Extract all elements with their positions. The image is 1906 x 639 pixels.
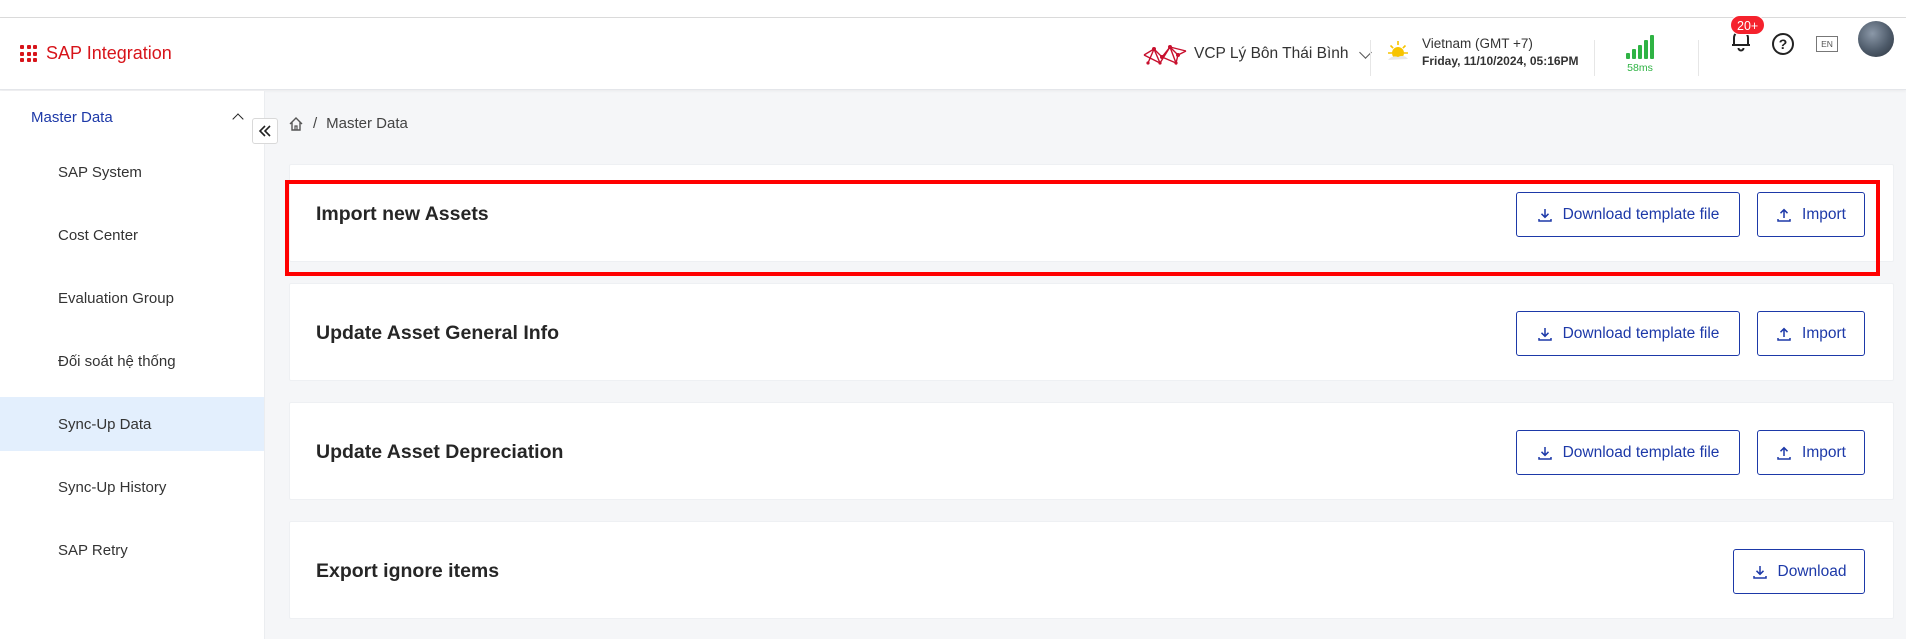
notification-badge: 20+ xyxy=(1730,15,1766,35)
card-title: Export ignore items xyxy=(316,560,500,582)
avatar[interactable] xyxy=(1858,21,1894,57)
download-icon xyxy=(1537,446,1552,460)
upload-icon xyxy=(1777,208,1791,222)
double-chevron-left-icon xyxy=(258,125,271,137)
breadcrumb-current: Master Data xyxy=(326,115,408,132)
import-new-assets-card: Import new Assets Download template file… xyxy=(289,164,1894,262)
download-template-button[interactable]: Download template file xyxy=(1516,311,1740,356)
download-template-button[interactable]: Download template file xyxy=(1516,192,1740,237)
timezone-widget: Vietnam (GMT +7) Friday, 11/10/2024, 05:… xyxy=(1384,36,1579,68)
sidebar-item-cost-center[interactable]: Cost Center xyxy=(0,208,264,262)
import-button[interactable]: Import xyxy=(1757,192,1865,237)
breadcrumb: / Master Data xyxy=(288,115,408,132)
language-switch[interactable]: EN xyxy=(1816,36,1838,52)
sidebar-item-evaluation-group[interactable]: Evaluation Group xyxy=(0,271,264,325)
company-name: VCP Lý Bôn Thái Bình xyxy=(1194,45,1349,62)
timezone-name: Vietnam (GMT +7) xyxy=(1422,36,1533,51)
collapse-sidebar-button[interactable] xyxy=(252,118,278,144)
network-status: 58ms xyxy=(1626,33,1654,74)
download-icon xyxy=(1537,208,1552,222)
sidebar-item-sap-retry[interactable]: SAP Retry xyxy=(0,523,264,577)
sidebar-item-sync-up-data[interactable]: Sync-Up Data xyxy=(0,397,264,451)
help-icon[interactable]: ? xyxy=(1772,33,1794,55)
import-button[interactable]: Import xyxy=(1757,430,1865,475)
download-label: Download xyxy=(1777,562,1847,580)
signal-bars-icon xyxy=(1626,33,1654,59)
breadcrumb-separator: / xyxy=(313,115,318,132)
card-title: Update Asset General Info xyxy=(316,322,560,344)
app-grid-icon[interactable] xyxy=(20,45,37,62)
sidebar-item-sap-system[interactable]: SAP System xyxy=(0,145,264,199)
download-template-button[interactable]: Download template file xyxy=(1516,430,1740,475)
download-icon xyxy=(1537,327,1552,341)
import-button[interactable]: Import xyxy=(1757,311,1865,356)
divider xyxy=(1594,40,1595,76)
company-selector[interactable]: VCP Lý Bôn Thái Bình xyxy=(1142,40,1372,68)
home-icon[interactable] xyxy=(288,116,304,132)
sidebar: Master Data SAP System Cost Center Evalu… xyxy=(0,91,265,639)
import-label: Import xyxy=(1802,205,1846,223)
latency-value: 58ms xyxy=(1627,62,1653,74)
download-template-label: Download template file xyxy=(1562,205,1720,223)
current-datetime: Friday, 11/10/2024, 05:16PM xyxy=(1422,54,1579,68)
divider xyxy=(1698,40,1699,76)
upload-icon xyxy=(1777,327,1791,341)
download-icon xyxy=(1752,565,1767,579)
update-asset-depreciation-card: Update Asset Depreciation Download templ… xyxy=(289,402,1894,500)
sidebar-item-doi-soat[interactable]: Đối soát hệ thống xyxy=(0,334,264,388)
import-label: Import xyxy=(1802,443,1846,461)
app-title: SAP Integration xyxy=(46,43,172,63)
chevron-up-icon[interactable] xyxy=(232,113,244,125)
divider xyxy=(1370,40,1371,76)
card-title: Import new Assets xyxy=(316,203,489,225)
upload-icon xyxy=(1777,446,1791,460)
update-asset-general-info-card: Update Asset General Info Download templ… xyxy=(289,283,1894,381)
import-label: Import xyxy=(1802,324,1846,342)
weather-sun-icon xyxy=(1388,41,1408,60)
app-brand[interactable]: SAP Integration xyxy=(20,43,172,64)
download-template-label: Download template file xyxy=(1562,324,1720,342)
top-strip xyxy=(0,0,1906,18)
download-template-label: Download template file xyxy=(1562,443,1720,461)
card-title: Update Asset Depreciation xyxy=(316,441,564,463)
sidebar-item-sync-up-history[interactable]: Sync-Up History xyxy=(0,460,264,514)
sidebar-group-master-data[interactable]: Master Data xyxy=(31,109,113,126)
export-ignore-items-card: Export ignore items Download xyxy=(289,521,1894,619)
download-button[interactable]: Download xyxy=(1733,549,1865,594)
app-header: SAP Integration VCP Lý Bôn Thái Bình Vie… xyxy=(0,18,1906,90)
company-logo-icon xyxy=(1143,45,1187,66)
